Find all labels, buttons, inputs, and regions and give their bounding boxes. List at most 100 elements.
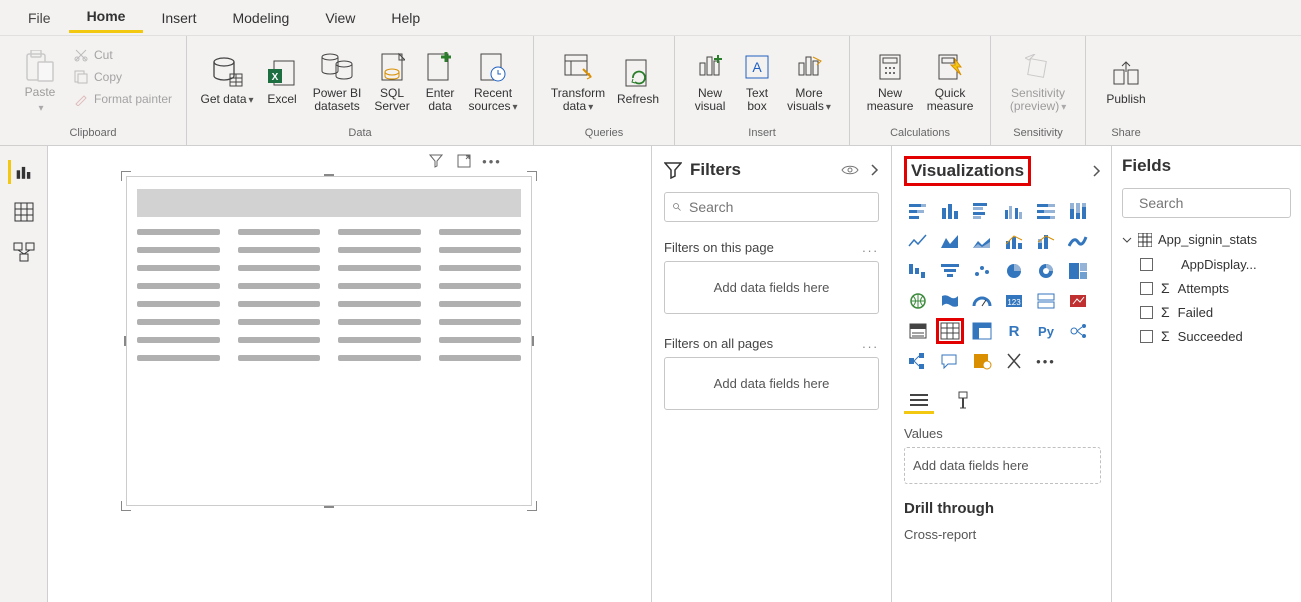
donut-chart-icon[interactable] — [1032, 258, 1060, 284]
combo-stacked-icon[interactable] — [1032, 228, 1060, 254]
matrix-icon[interactable] — [968, 318, 996, 344]
refresh-button[interactable]: Refresh — [612, 40, 664, 120]
sensitivity-icon — [1018, 47, 1058, 87]
smart-narrative-icon[interactable] — [968, 348, 996, 374]
enter-data-icon — [420, 47, 460, 87]
values-drop[interactable]: Add data fields here — [904, 447, 1101, 484]
field-failed[interactable]: ΣFailed — [1122, 304, 1291, 320]
slicer-icon[interactable] — [904, 318, 932, 344]
new-measure-button[interactable]: New measure — [860, 40, 920, 120]
scissors-icon — [74, 48, 88, 62]
get-data-button[interactable]: Get data — [197, 40, 257, 120]
pie-chart-icon[interactable] — [1000, 258, 1028, 284]
group-clipboard-label: Clipboard — [69, 125, 116, 143]
clustered-bar-icon[interactable] — [968, 198, 996, 224]
collapse-pane-icon[interactable] — [869, 163, 879, 177]
clustered-column-icon[interactable] — [1000, 198, 1028, 224]
checkbox[interactable] — [1140, 330, 1153, 343]
visual-options-icon[interactable]: ••• — [483, 152, 501, 170]
filters-page-menu[interactable]: ... — [862, 240, 879, 255]
publish-button[interactable]: Publish — [1096, 40, 1156, 120]
enter-data-button[interactable]: Enter data — [417, 40, 463, 120]
paste-button[interactable]: Paste — [10, 40, 70, 120]
more-visuals-icon — [789, 47, 829, 87]
filters-all-drop[interactable]: Add data fields here — [664, 357, 879, 410]
tab-home[interactable]: Home — [69, 2, 144, 33]
filters-all-title: Filters on all pages — [664, 336, 773, 351]
collapse-pane-icon[interactable] — [1091, 164, 1101, 178]
eye-icon[interactable] — [841, 163, 859, 177]
filters-search[interactable] — [664, 192, 879, 222]
quick-measure-button[interactable]: Quick measure — [920, 40, 980, 120]
get-more-visuals-icon[interactable]: ••• — [1032, 348, 1060, 374]
sql-server-button[interactable]: SQL Server — [367, 40, 417, 120]
stacked-column-icon[interactable] — [936, 198, 964, 224]
calculator-icon — [870, 47, 910, 87]
multi-row-card-icon[interactable] — [1032, 288, 1060, 314]
focus-mode-icon[interactable] — [455, 152, 473, 170]
stacked-area-icon[interactable] — [968, 228, 996, 254]
more-visuals-button[interactable]: More visuals — [779, 40, 839, 120]
checkbox[interactable] — [1140, 306, 1153, 319]
cut-button[interactable]: Cut — [70, 46, 176, 64]
map-icon[interactable] — [904, 288, 932, 314]
tab-help[interactable]: Help — [373, 4, 438, 32]
field-attempts[interactable]: ΣAttempts — [1122, 280, 1291, 296]
stacked-bar-icon[interactable] — [904, 198, 932, 224]
filled-map-icon[interactable] — [936, 288, 964, 314]
key-influencers-icon[interactable] — [1064, 318, 1092, 344]
group-queries-label: Queries — [585, 125, 624, 143]
sensitivity-button[interactable]: Sensitivity (preview) — [1001, 40, 1075, 120]
recent-sources-button[interactable]: Recent sources — [463, 40, 523, 120]
qa-visual-icon[interactable] — [936, 348, 964, 374]
group-data-label: Data — [348, 125, 371, 143]
r-visual-icon[interactable]: R — [1000, 318, 1028, 344]
funnel-chart-icon[interactable] — [936, 258, 964, 284]
table-visual-icon[interactable] — [936, 318, 964, 344]
area-chart-icon[interactable] — [936, 228, 964, 254]
line-chart-icon[interactable] — [904, 228, 932, 254]
stacked-column-100-icon[interactable] — [1064, 198, 1092, 224]
field-appdisplay[interactable]: AppDisplay... — [1122, 257, 1291, 272]
kpi-icon[interactable] — [1064, 288, 1092, 314]
decomposition-tree-icon[interactable] — [904, 348, 932, 374]
checkbox[interactable] — [1140, 282, 1153, 295]
new-visual-button[interactable]: New visual — [685, 40, 735, 120]
card-icon[interactable]: 123 — [1000, 288, 1028, 314]
excel-button[interactable]: X Excel — [257, 40, 307, 120]
tab-modeling[interactable]: Modeling — [214, 4, 307, 32]
data-view-button[interactable] — [12, 200, 36, 224]
fields-search[interactable] — [1122, 188, 1291, 218]
tab-view[interactable]: View — [307, 4, 373, 32]
report-view-button[interactable] — [8, 160, 32, 184]
combo-chart-icon[interactable] — [1000, 228, 1028, 254]
stacked-bar-100-icon[interactable] — [1032, 198, 1060, 224]
filters-search-input[interactable] — [689, 199, 870, 215]
model-view-button[interactable] — [12, 240, 36, 264]
text-box-button[interactable]: A Text box — [735, 40, 779, 120]
format-painter-button[interactable]: Format painter — [70, 90, 176, 108]
transform-data-button[interactable]: Transform data — [544, 40, 612, 120]
format-tab-icon[interactable] — [948, 388, 978, 414]
table-node[interactable]: App_signin_stats — [1122, 232, 1291, 247]
search-icon — [673, 199, 681, 215]
table-visual[interactable] — [126, 176, 532, 506]
paginated-report-icon[interactable] — [1000, 348, 1028, 374]
filters-all-menu[interactable]: ... — [862, 336, 879, 351]
scatter-icon[interactable] — [968, 258, 996, 284]
gauge-icon[interactable] — [968, 288, 996, 314]
checkbox[interactable] — [1140, 258, 1153, 271]
fields-tab-icon[interactable] — [904, 388, 934, 414]
tab-insert[interactable]: Insert — [143, 4, 214, 32]
ribbon-chart-icon[interactable] — [1064, 228, 1092, 254]
filters-page-drop[interactable]: Add data fields here — [664, 261, 879, 314]
pbi-datasets-button[interactable]: Power BI datasets — [307, 40, 367, 120]
filter-visual-icon[interactable] — [427, 152, 445, 170]
copy-button[interactable]: Copy — [70, 68, 176, 86]
tab-file[interactable]: File — [10, 4, 69, 32]
treemap-icon[interactable] — [1064, 258, 1092, 284]
field-succeeded[interactable]: ΣSucceeded — [1122, 328, 1291, 344]
waterfall-icon[interactable] — [904, 258, 932, 284]
python-visual-icon[interactable]: Py — [1032, 318, 1060, 344]
fields-search-input[interactable] — [1139, 195, 1301, 211]
